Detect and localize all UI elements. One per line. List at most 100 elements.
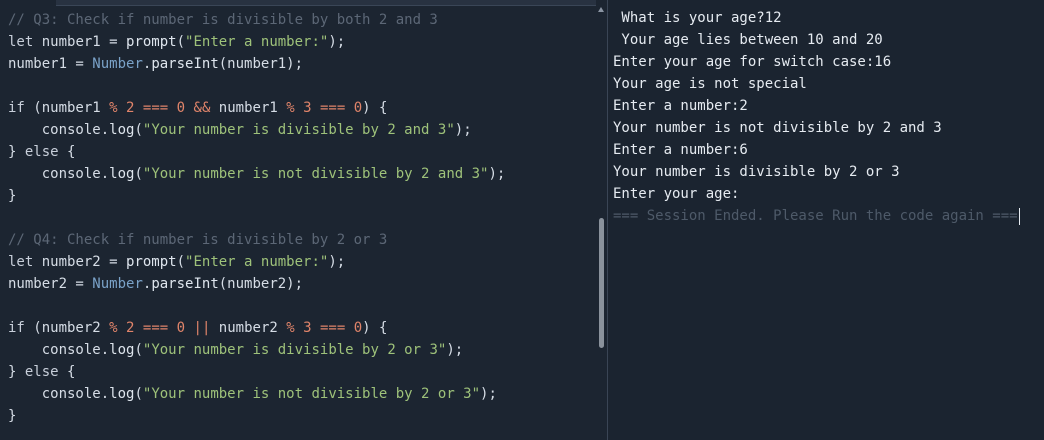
code-line: number2 = Number.parseInt(number2); <box>8 273 505 295</box>
code-line: number1 = Number.parseInt(number1); <box>8 53 505 75</box>
code-token-punc: ( <box>176 34 186 50</box>
console-output-line: Enter your age for switch case:16 <box>613 54 892 70</box>
code-token-plain: console. <box>8 386 110 402</box>
code-token-func: parseInt <box>151 56 219 72</box>
code-token-func: prompt <box>126 34 177 50</box>
code-token-plain: (number2 <box>24 320 110 336</box>
code-token-punc: ( <box>134 166 143 182</box>
code-token-number: 0 <box>176 320 186 336</box>
session-ended-text: === Session Ended. Please Run the code a… <box>613 208 1018 224</box>
code-line: } else { <box>8 361 505 383</box>
output-console[interactable]: What is your age?12 Your age lies betwee… <box>608 0 1044 440</box>
code-token-number: 0 <box>353 320 363 336</box>
code-token-op: === <box>319 320 346 336</box>
code-token-string: "Your number is divisible by 2 and 3" <box>142 122 455 138</box>
code-token-op: === <box>319 100 346 116</box>
code-token-func: log <box>109 386 135 402</box>
code-token-op: % <box>286 100 295 116</box>
code-token-op: % <box>109 100 118 116</box>
code-token-punc: ); <box>488 166 506 182</box>
code-token-plain: console. <box>8 122 110 138</box>
code-editor[interactable]: // Q3: Check if number is divisible by b… <box>0 0 607 440</box>
code-line: } <box>8 405 505 427</box>
code-token-punc: ); <box>328 254 346 270</box>
code-token-keyword: let <box>8 254 34 270</box>
editor-scrollbar[interactable] <box>596 5 607 440</box>
code-token-plain: } <box>8 188 17 204</box>
code-token-punc: ( <box>134 122 143 138</box>
code-token-punc: ); <box>446 342 464 358</box>
code-token-op: % <box>286 320 295 336</box>
code-token-plain: ) { <box>362 100 388 116</box>
console-lines: What is your age?12 Your age lies betwee… <box>613 7 1020 227</box>
code-token-string: "Your number is divisible by 2 or 3" <box>142 342 447 358</box>
code-line: console.log("Your number is divisible by… <box>8 339 505 361</box>
code-token-number: 3 <box>303 320 312 336</box>
code-token-keyword: else <box>24 144 59 160</box>
code-line: console.log("Your number is divisible by… <box>8 119 505 141</box>
console-output-line: Your number is not divisible by 2 and 3 <box>613 120 942 136</box>
code-token-op: === <box>142 320 169 336</box>
console-output-line: What is your age?12 <box>613 10 782 26</box>
code-line: if (number2 % 2 === 0 || number2 % 3 ===… <box>8 317 505 339</box>
code-token-class: Number <box>92 276 143 292</box>
editor-top-bar <box>56 0 596 6</box>
code-token-plain: } <box>8 364 25 380</box>
code-token-plain: console. <box>8 166 110 182</box>
code-token-func: log <box>109 122 135 138</box>
code-token-op: % <box>109 320 118 336</box>
code-token-punc: ); <box>480 386 497 402</box>
code-token-plain: ) { <box>362 320 388 336</box>
code-line: // Q4: Check if number is divisible by 2… <box>8 229 505 251</box>
code-token-keyword: if <box>8 320 25 336</box>
code-line: let number2 = prompt("Enter a number:"); <box>8 251 505 273</box>
console-output-line: Enter your age: <box>613 186 740 202</box>
scroll-up-arrow-icon[interactable] <box>598 7 604 12</box>
code-token-plain: number1 = <box>8 56 93 72</box>
code-token-string: "Enter a number:" <box>185 34 329 50</box>
code-token-func: log <box>109 166 135 182</box>
code-token-number: 0 <box>176 100 186 116</box>
code-token-plain: { <box>58 364 76 380</box>
code-token-plain: } <box>8 408 17 424</box>
console-output-line: Your age lies between 10 and 20 <box>613 32 883 48</box>
code-line: if (number1 % 2 === 0 && number1 % 3 ===… <box>8 97 505 119</box>
code-token-plain: number2 <box>210 320 287 336</box>
console-output-line: Enter a number:2 <box>613 98 748 114</box>
code-token-func: prompt <box>126 254 177 270</box>
code-token-op: || <box>193 320 211 336</box>
code-token-plain: (number1 <box>24 100 110 116</box>
code-token-punc: ( <box>134 342 143 358</box>
code-token-string: "Enter a number:" <box>185 254 329 270</box>
code-token-plain: number1 <box>210 100 287 116</box>
code-line: console.log("Your number is not divisibl… <box>8 383 505 405</box>
scrollbar-thumb[interactable] <box>599 218 604 348</box>
code-token-plain: number1 = <box>33 34 127 50</box>
session-ended-line: === Session Ended. Please Run the code a… <box>613 205 1020 227</box>
code-token-plain: number2 = <box>33 254 127 270</box>
code-token-plain: } <box>8 144 25 160</box>
code-token-number: 3 <box>303 100 312 116</box>
code-token-string: "Your number is not divisible by 2 and 3… <box>142 166 489 182</box>
code-token-punc: ( <box>176 254 186 270</box>
code-runner-app: // Q3: Check if number is divisible by b… <box>0 0 1044 440</box>
code-line: let number1 = prompt("Enter a number:"); <box>8 31 505 53</box>
code-token-punc: (number1); <box>218 56 304 72</box>
code-token-keyword: else <box>24 364 59 380</box>
code-token-op: === <box>142 100 169 116</box>
code-token-comment: // Q3: Check if number is divisible by b… <box>8 12 438 28</box>
